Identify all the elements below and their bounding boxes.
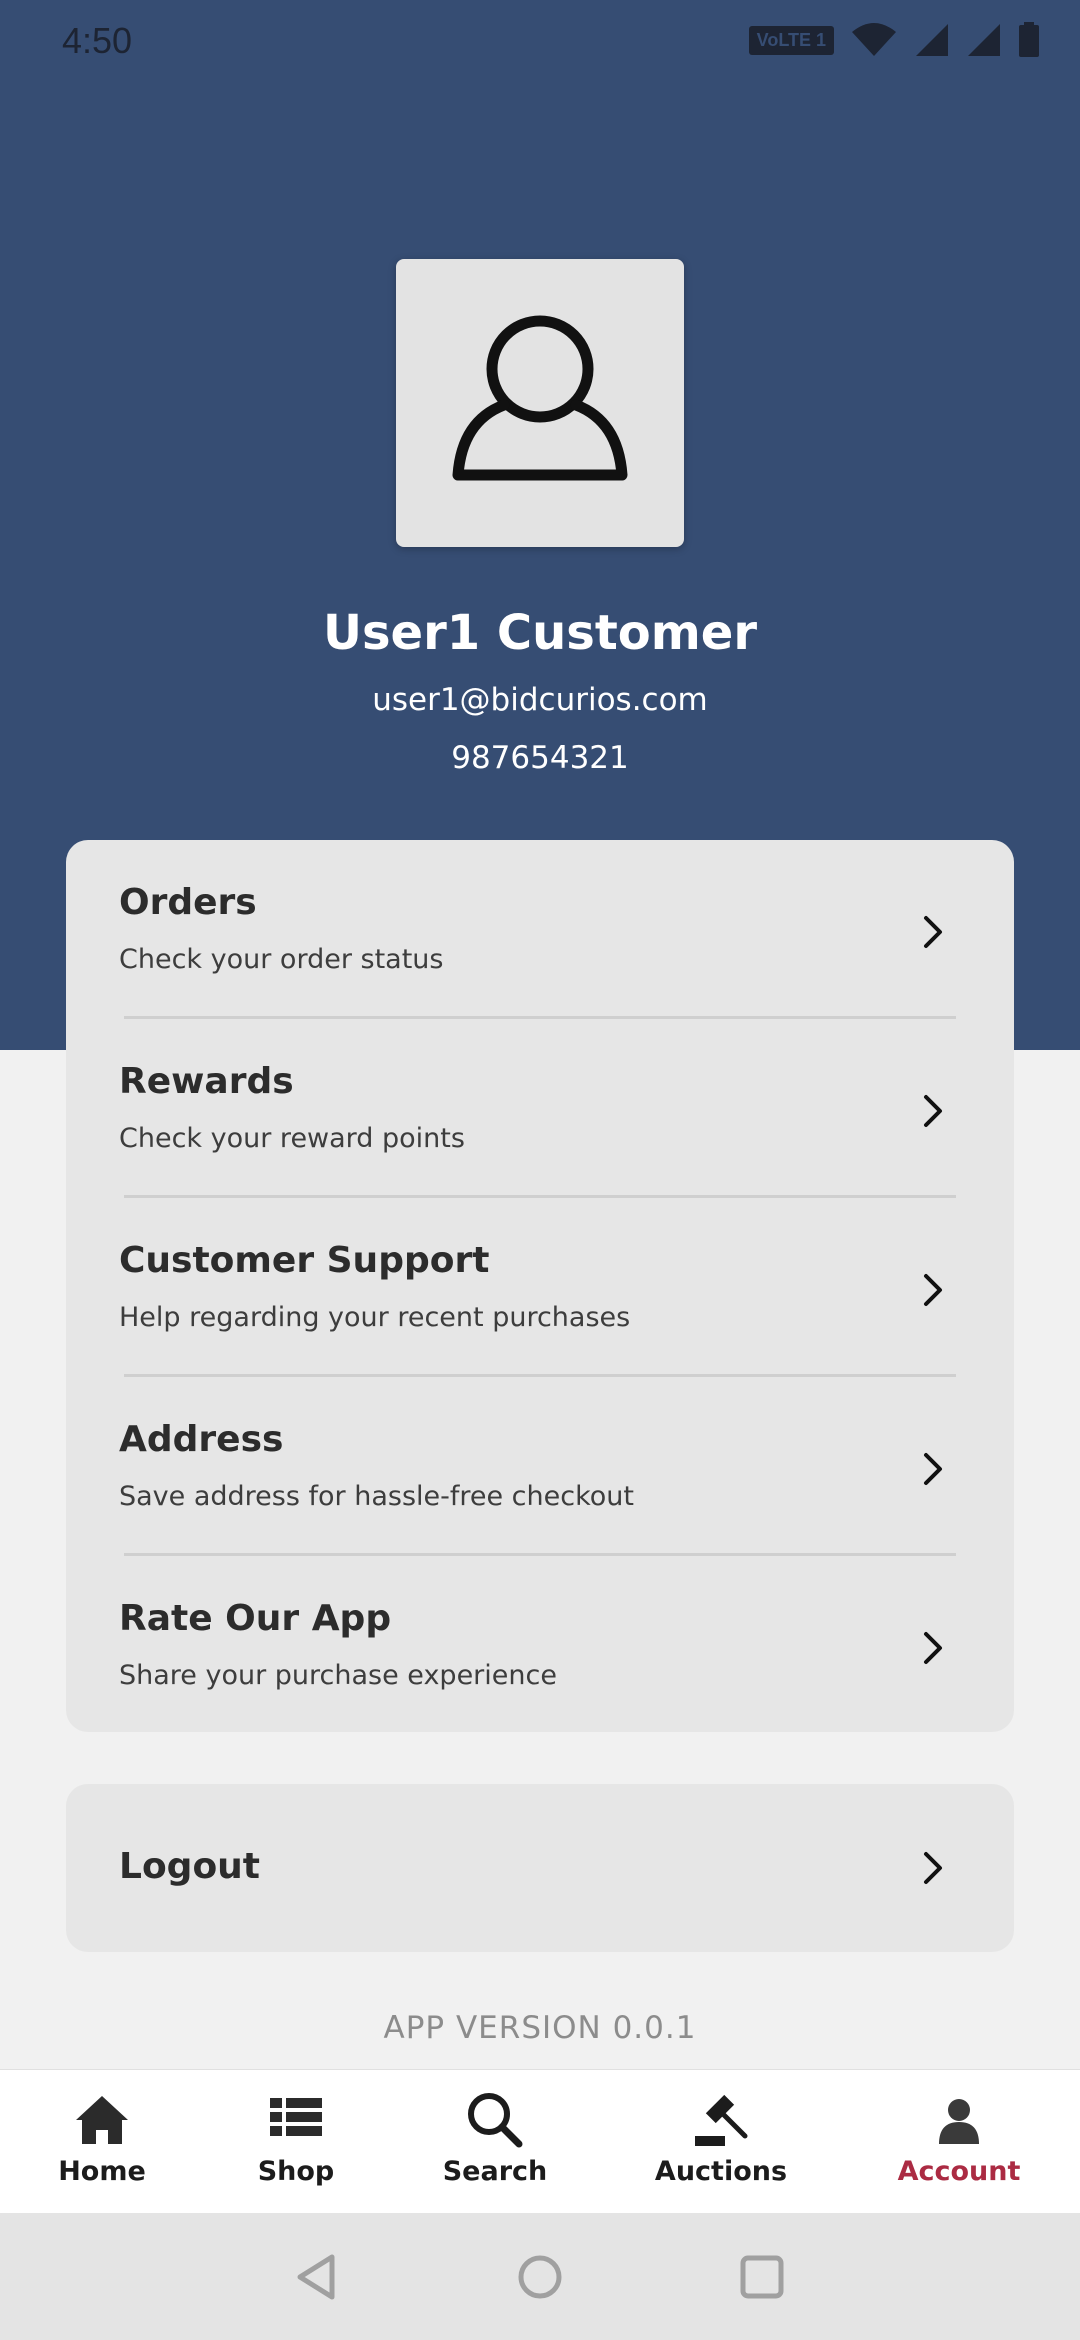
menu-item-title: Orders: [119, 882, 257, 923]
logout-button[interactable]: Logout: [66, 1784, 1014, 1952]
menu-item-title: Address: [119, 1419, 284, 1460]
battery-icon: [1019, 22, 1039, 57]
chevron-right-icon: [924, 1632, 942, 1664]
nav-search[interactable]: Search: [395, 2070, 595, 2214]
menu-item-subtitle: Share your purchase experience: [119, 1660, 557, 1691]
menu-item-subtitle: Check your order status: [119, 944, 444, 975]
list-icon: [270, 2098, 322, 2136]
nav-account[interactable]: Account: [859, 2070, 1059, 2214]
gavel-icon: [695, 2094, 748, 2146]
app-version: APP VERSION 0.0.1: [383, 2010, 697, 2046]
menu-item-title: Rate Our App: [119, 1598, 392, 1639]
nav-label: Auctions: [654, 2156, 788, 2187]
nav-auctions[interactable]: Auctions: [621, 2070, 821, 2214]
menu-item-title: Customer Support: [119, 1240, 490, 1281]
profile-phone: 987654321: [451, 740, 629, 776]
volte-badge: VoLTE 1: [748, 25, 834, 55]
avatar[interactable]: [396, 259, 684, 547]
menu-item-title: Rewards: [119, 1061, 294, 1102]
signal-icon: [916, 24, 948, 56]
back-icon[interactable]: [290, 2249, 346, 2305]
status-icons: VoLTE 1: [748, 20, 1040, 60]
nav-label: Account: [897, 2156, 1021, 2187]
chevron-right-icon: [924, 1095, 942, 1127]
nav-shop[interactable]: Shop: [196, 2070, 396, 2214]
wifi-icon: [852, 23, 896, 56]
account-menu-card: Orders Check your order status Rewards C…: [66, 840, 1014, 1732]
chevron-right-icon: [924, 916, 942, 948]
home-circle-icon[interactable]: [512, 2249, 568, 2305]
recents-icon[interactable]: [734, 2249, 790, 2305]
status-bar: 4:50 VoLTE 1: [0, 0, 1080, 80]
profile-name: User1 Customer: [322, 605, 757, 661]
search-icon: [468, 2093, 523, 2148]
bottom-navigation: Home Shop Search Auctions Account: [0, 2069, 1080, 2214]
person-icon: [939, 2099, 979, 2144]
chevron-right-icon: [924, 1453, 942, 1485]
logout-label: Logout: [119, 1846, 261, 1887]
system-navigation-bar: [0, 2213, 1080, 2340]
menu-item-rewards[interactable]: Rewards Check your reward points: [66, 1019, 1014, 1198]
profile-email: user1@bidcurios.com: [372, 682, 708, 718]
nav-label: Search: [442, 2156, 548, 2187]
menu-item-rate-our-app[interactable]: Rate Our App Share your purchase experie…: [66, 1556, 1014, 1732]
menu-item-subtitle: Help regarding your recent purchases: [119, 1302, 631, 1333]
nav-home[interactable]: Home: [2, 2070, 202, 2214]
chevron-right-icon: [924, 1274, 942, 1306]
nav-label: Home: [58, 2156, 146, 2187]
home-icon: [76, 2096, 128, 2144]
status-time: 4:50: [62, 20, 133, 61]
menu-item-address[interactable]: Address Save address for hassle-free che…: [66, 1377, 1014, 1556]
person-outline-icon: [452, 315, 628, 481]
menu-item-subtitle: Check your reward points: [119, 1123, 465, 1154]
chevron-right-icon: [924, 1852, 942, 1884]
menu-item-customer-support[interactable]: Customer Support Help regarding your rec…: [66, 1198, 1014, 1377]
nav-label: Shop: [257, 2156, 335, 2187]
menu-item-orders[interactable]: Orders Check your order status: [66, 840, 1014, 1019]
menu-item-subtitle: Save address for hassle-free checkout: [119, 1481, 634, 1512]
signal-icon-2: [968, 24, 1000, 56]
